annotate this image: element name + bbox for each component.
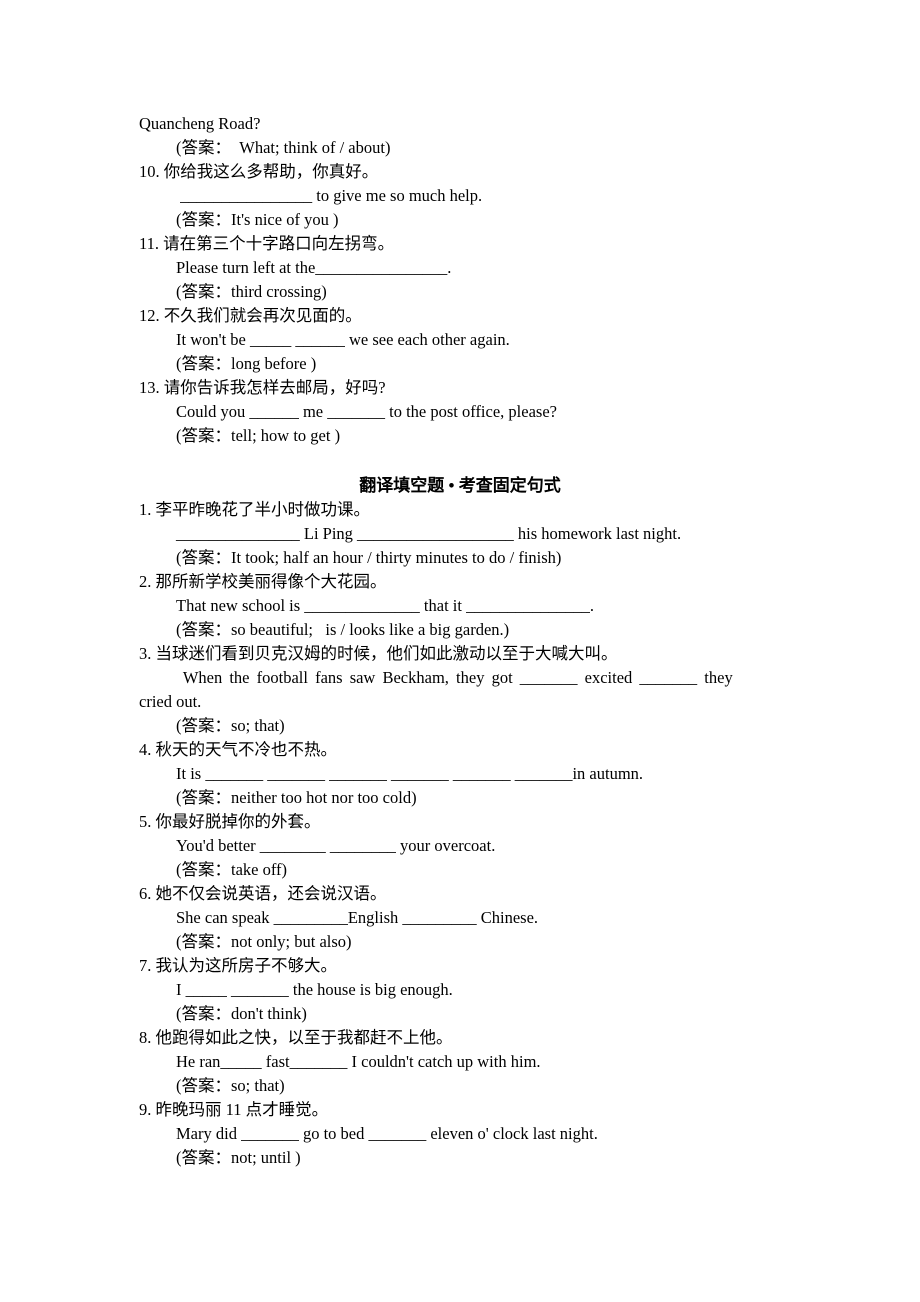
section-item-5-sentence: You'd better ________ ________ your over… xyxy=(176,836,496,855)
section-item-9-prompt: 9. 昨晚玛丽 11 点才睡觉。 xyxy=(139,1098,328,1122)
section-item-1-answer: (答案：It took; half an hour / thirty minut… xyxy=(176,548,562,567)
item-10-answer: (答案：It's nice of you ) xyxy=(176,210,339,229)
item-number: 4. xyxy=(139,740,152,759)
section-item-4-prompt: 4. 秋天的天气不冷也不热。 xyxy=(139,738,337,762)
prompt-text: 你最好脱掉你的外套。 xyxy=(155,812,321,831)
prompt-text: 不久我们就会再次见面的。 xyxy=(163,306,362,325)
section-item-2-sentence: That new school is ______________ that i… xyxy=(176,596,594,615)
item-11-prompt: 11. 请在第三个十字路口向左拐弯。 xyxy=(139,232,394,256)
prompt-text: 秋天的天气不冷也不热。 xyxy=(155,740,338,759)
prompt-text: 那所新学校美丽得像个大花园。 xyxy=(155,572,387,591)
section-item-6-answer: (答案：not only; but also) xyxy=(176,932,352,951)
section-item-6-prompt: 6. 她不仅会说英语，还会说汉语。 xyxy=(139,882,387,906)
item-13-answer: (答案：tell; how to get ) xyxy=(176,426,341,445)
item-13-sentence: Could you ______ me _______ to the post … xyxy=(176,402,557,421)
section-item-3-answer: (答案：so; that) xyxy=(176,716,285,735)
section-item-2-prompt: 2. 那所新学校美丽得像个大花园。 xyxy=(139,570,387,594)
prompt-text: 我认为这所房子不够大。 xyxy=(155,956,338,975)
section-item-5-prompt: 5. 你最好脱掉你的外套。 xyxy=(139,810,321,834)
item-number: 10. xyxy=(139,162,160,181)
section-item-2-answer: (答案：so beautiful; is / looks like a big … xyxy=(176,620,510,639)
item-number: 3. xyxy=(139,644,152,663)
section-item-1-sentence: _______________ Li Ping ________________… xyxy=(176,524,682,543)
item-11-sentence: Please turn left at the________________. xyxy=(176,258,452,277)
item-12-prompt: 12. 不久我们就会再次见面的。 xyxy=(139,304,362,328)
prompt-text: 你给我这么多帮助，你真好。 xyxy=(163,162,379,181)
prompt-text: 他跑得如此之快，以至于我都赶不上他。 xyxy=(155,1028,453,1047)
section-item-7-prompt: 7. 我认为这所房子不够大。 xyxy=(139,954,337,978)
section-item-8-sentence: He ran_____ fast_______ I couldn't catch… xyxy=(176,1052,541,1071)
item-number: 11. xyxy=(139,234,160,253)
section-item-4-answer: (答案：neither too hot nor too cold) xyxy=(176,788,417,807)
prompt-text: 她不仅会说英语，还会说汉语。 xyxy=(155,884,387,903)
item-number: 9. xyxy=(139,1100,152,1119)
section-item-3-prompt: 3. 当球迷们看到贝克汉姆的时候，他们如此激动以至于大喊大叫。 xyxy=(139,642,618,666)
item-number: 8. xyxy=(139,1028,152,1047)
item-11-answer: (答案：third crossing) xyxy=(176,282,327,301)
section-item-1-prompt: 1. 李平昨晚花了半小时做功课。 xyxy=(139,498,370,522)
section-item-9-answer: (答案：not; until ) xyxy=(176,1148,301,1167)
section-item-9-sentence: Mary did _______ go to bed _______ eleve… xyxy=(176,1124,598,1143)
item-number: 12. xyxy=(139,306,160,325)
section-item-6-sentence: She can speak _________English _________… xyxy=(176,908,539,927)
item-9-answer: (答案： What; think of / about) xyxy=(176,138,391,157)
prompt-text: 请你告诉我怎样去邮局，好吗? xyxy=(163,378,386,397)
prompt-text: 请在第三个十字路口向左拐弯。 xyxy=(163,234,395,253)
item-10-prompt: 10. 你给我这么多帮助，你真好。 xyxy=(139,160,378,184)
prompt-text: 李平昨晚花了半小时做功课。 xyxy=(155,500,371,519)
item-9-sentence-continuation: Quancheng Road? xyxy=(139,114,261,133)
section-item-7-sentence: I _____ _______ the house is big enough. xyxy=(176,980,453,999)
item-number: 13. xyxy=(139,378,160,397)
prompt-text: 昨晚玛丽 11 点才睡觉。 xyxy=(155,1100,329,1119)
section-item-7-answer: (答案：don't think) xyxy=(176,1004,307,1023)
item-number: 7. xyxy=(139,956,152,975)
section-item-3-sentence-continuation: cried out. xyxy=(139,692,202,711)
item-12-sentence: It won't be _____ ______ we see each oth… xyxy=(176,330,510,349)
section-item-4-sentence: It is _______ _______ _______ _______ __… xyxy=(176,764,644,783)
item-13-prompt: 13. 请你告诉我怎样去邮局，好吗? xyxy=(139,376,386,400)
item-number: 6. xyxy=(139,884,152,903)
item-10-sentence: ________________ to give me so much help… xyxy=(176,186,483,205)
item-number: 5. xyxy=(139,812,152,831)
item-number: 2. xyxy=(139,572,152,591)
section-item-8-answer: (答案：so; that) xyxy=(176,1076,285,1095)
item-number: 1. xyxy=(139,500,152,519)
item-12-answer: (答案：long before ) xyxy=(176,354,317,373)
section-title: 翻译填空题 • 考查固定句式 xyxy=(359,476,561,495)
section-item-5-answer: (答案：take off) xyxy=(176,860,288,879)
section-item-8-prompt: 8. 他跑得如此之快，以至于我都赶不上他。 xyxy=(139,1026,453,1050)
section-item-3-sentence: When the football fans saw Beckham, they… xyxy=(176,668,733,687)
prompt-text: 当球迷们看到贝克汉姆的时候，他们如此激动以至于大喊大叫。 xyxy=(155,644,618,663)
